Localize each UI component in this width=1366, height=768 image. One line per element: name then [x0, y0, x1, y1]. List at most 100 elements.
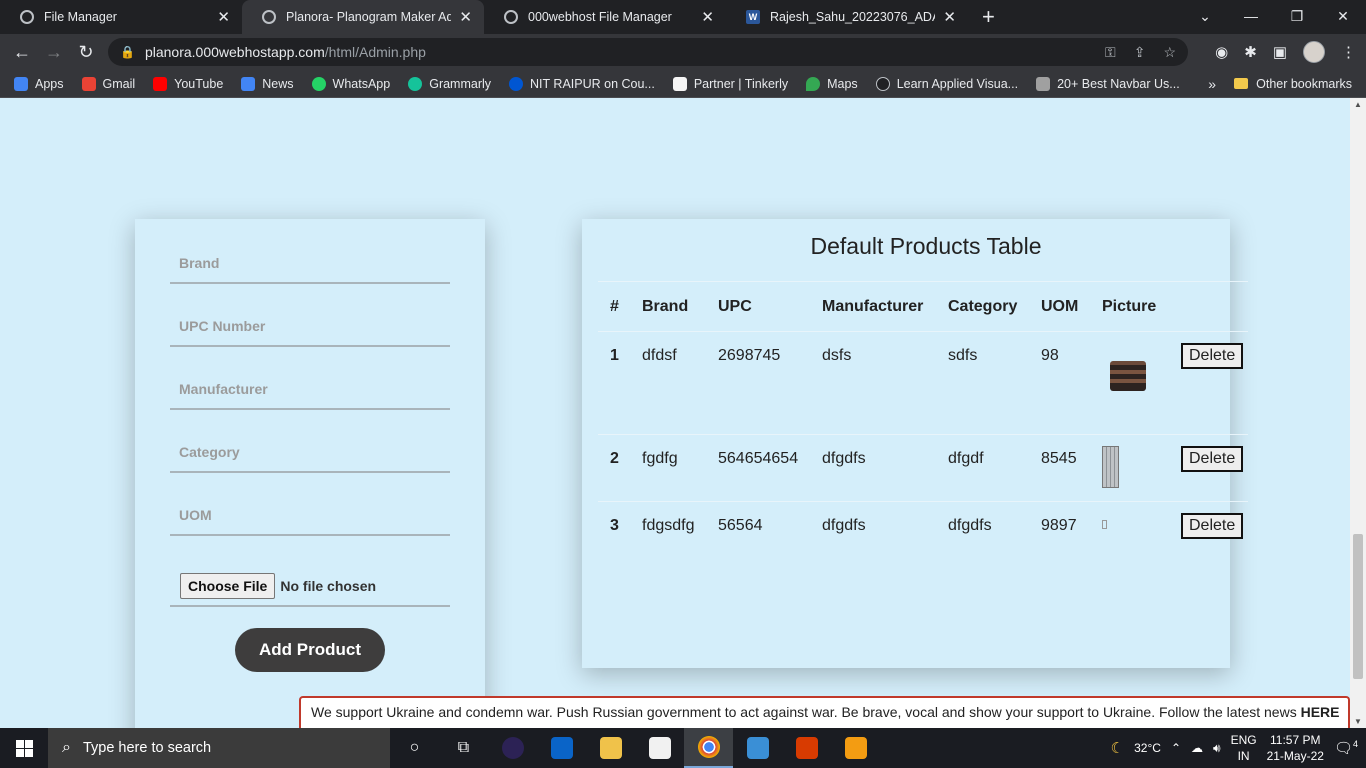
bookmark-label: Gmail [102, 76, 136, 91]
extensions-icon[interactable]: ✱ [1244, 43, 1257, 61]
file-explorer-icon[interactable] [586, 728, 635, 768]
bookmark-apps[interactable]: Apps [14, 76, 64, 91]
bookmark-label: Grammarly [429, 76, 492, 91]
cell-upc: 56564 [718, 517, 763, 534]
minimize-icon[interactable]: — [1228, 0, 1274, 32]
back-icon[interactable]: ← [6, 42, 38, 63]
col-header: Category [936, 281, 1029, 332]
add-product-button[interactable]: Add Product [235, 628, 385, 672]
bookmark-whatsapp[interactable]: WhatsApp [311, 76, 391, 91]
share-icon[interactable]: ⇪ [1134, 44, 1146, 61]
mail-icon[interactable] [537, 728, 586, 768]
table-row: 1 dfdsf 2698745 dsfs sdfs 98 Delete [598, 331, 1248, 435]
new-tab-icon[interactable]: + [982, 0, 995, 34]
choose-file-button[interactable]: Choose File [180, 573, 276, 599]
store-icon[interactable] [635, 728, 684, 768]
bookmark-youtube[interactable]: YouTube [153, 76, 223, 91]
bookmark-label: 20+ Best Navbar Us... [1057, 76, 1180, 91]
close-icon[interactable]: ✕ [459, 8, 472, 26]
menu-icon[interactable]: ⋮ [1341, 43, 1356, 61]
browser-tab-1[interactable]: Planora- Planogram Maker Admi ✕ [242, 0, 484, 34]
bookmark-coursera[interactable]: NIT RAIPUR on Cou... [509, 76, 655, 91]
bookmark-maps[interactable]: Maps [806, 76, 858, 91]
delete-button[interactable]: Delete [1181, 446, 1244, 472]
camera-icon[interactable]: ◉ [1215, 43, 1228, 61]
close-window-icon[interactable]: ✕ [1320, 0, 1366, 32]
restore-icon[interactable]: ❐ [1274, 0, 1320, 32]
taskbar-search[interactable]: ⌕ Type here to search [48, 728, 390, 768]
globe-icon [20, 10, 34, 24]
delete-button[interactable]: Delete [1181, 513, 1244, 539]
bookmark-gmail[interactable]: Gmail [81, 76, 136, 91]
window-controls: ⌄ — ❐ ✕ [1182, 0, 1366, 32]
col-header: Brand [630, 281, 706, 332]
brand-input[interactable] [170, 244, 450, 282]
delete-button[interactable]: Delete [1181, 343, 1244, 369]
word-icon: W [746, 10, 760, 24]
windows-taskbar: ⌕ Type here to search ○ ⧉ ☾ 32°C ⌃ ☁ 🔊︎ … [0, 728, 1366, 768]
other-bookmarks[interactable]: Other bookmarks [1234, 77, 1352, 91]
col-header-actions [1169, 281, 1248, 332]
browser-toolbar: ← → ↻ 🔒 planora.000webhostapp.com/html/A… [0, 34, 1366, 70]
bookmark-grammarly[interactable]: Grammarly [408, 76, 492, 91]
windows-start-icon[interactable] [0, 728, 48, 768]
bookmark-label: Partner | Tinkerly [693, 76, 789, 91]
close-icon[interactable]: ✕ [217, 8, 230, 26]
bookmark-news[interactable]: News [241, 76, 294, 91]
sidepanel-icon[interactable]: ▣ [1273, 43, 1287, 61]
manufacturer-field [170, 370, 450, 410]
clock[interactable]: 11:57 PM 21-May-22 [1267, 732, 1324, 764]
bookmark-visual[interactable]: Learn Applied Visua... [875, 76, 1018, 91]
close-icon[interactable]: ✕ [943, 8, 956, 26]
app-icon[interactable] [733, 728, 782, 768]
tab-strip: File Manager ✕ Planora- Planogram Maker … [0, 0, 1366, 34]
add-product-form: Choose File No file chosen Add Product [135, 219, 485, 728]
uom-field [170, 496, 450, 536]
cell-num: 3 [610, 517, 619, 534]
weather-text[interactable]: 32°C [1134, 741, 1161, 755]
category-input[interactable] [170, 433, 450, 471]
bookmark-tinkerly[interactable]: Partner | Tinkerly [672, 76, 789, 91]
reload-icon[interactable]: ↻ [70, 42, 102, 63]
scrollbar-thumb[interactable] [1353, 534, 1363, 679]
star-icon[interactable]: ☆ [1163, 44, 1176, 61]
key-icon[interactable]: ⚿ [1105, 44, 1116, 61]
banner-link[interactable]: HERE [1301, 704, 1340, 720]
browser-tab-3[interactable]: W Rajesh_Sahu_20223076_ADA_Ter ✕ [726, 0, 968, 34]
cell-upc: 2698745 [706, 331, 810, 435]
browser-tab-2[interactable]: 000webhost File Manager ✕ [484, 0, 726, 34]
manufacturer-input[interactable] [170, 370, 450, 408]
office-icon[interactable] [782, 728, 831, 768]
page-scrollbar[interactable]: ▲ ▼ [1350, 98, 1366, 728]
eclipse-icon[interactable] [488, 728, 537, 768]
network-icon[interactable]: ☁ [1191, 741, 1203, 755]
uom-input[interactable] [170, 496, 450, 534]
pdf-icon[interactable] [831, 728, 880, 768]
product-image [1102, 520, 1107, 529]
tab-search-icon[interactable]: ⌄ [1182, 0, 1228, 32]
upc-input[interactable] [170, 307, 450, 345]
task-view-icon[interactable]: ⧉ [439, 728, 488, 768]
chevron-right-icon[interactable]: » [1208, 76, 1216, 92]
address-bar[interactable]: 🔒 planora.000webhostapp.com/html/Admin.p… [108, 38, 1188, 66]
maps-icon [806, 76, 821, 91]
volume-icon[interactable]: 🔊︎ [1213, 741, 1221, 756]
close-icon[interactable]: ✕ [701, 8, 714, 26]
scroll-down-icon[interactable]: ▼ [1350, 717, 1366, 726]
bookmark-navbar[interactable]: 20+ Best Navbar Us... [1036, 76, 1180, 91]
lock-icon: 🔒 [120, 45, 135, 59]
upc-field [170, 307, 450, 347]
bookmark-label: WhatsApp [332, 76, 391, 91]
table-title: Default Products Table [810, 233, 1042, 259]
avatar[interactable] [1303, 41, 1325, 63]
folder-icon [1234, 78, 1249, 89]
scroll-up-icon[interactable]: ▲ [1350, 100, 1366, 109]
browser-tab-0[interactable]: File Manager ✕ [0, 0, 242, 34]
tab-title: Rajesh_Sahu_20223076_ADA_Ter [770, 10, 935, 24]
notifications-icon[interactable]: 🗨︎4 [1334, 739, 1358, 757]
chevron-up-icon[interactable]: ⌃ [1171, 741, 1181, 755]
cortana-icon[interactable]: ○ [390, 728, 439, 768]
language-indicator[interactable]: ENG IN [1231, 732, 1257, 764]
chrome-icon[interactable] [684, 728, 733, 768]
forward-icon[interactable]: → [38, 42, 70, 63]
